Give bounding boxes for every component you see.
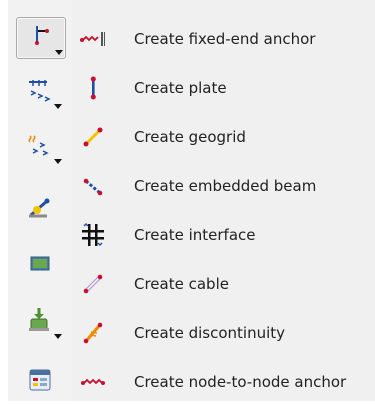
- fixed-end-anchor-icon: [78, 24, 108, 54]
- menu-item-label: Create fixed-end anchor: [134, 29, 316, 48]
- toolbar-point-load-button[interactable]: [16, 127, 64, 167]
- tool-palette: [8, 0, 73, 401]
- menu-item-create-fixed-end-anchor[interactable]: Create fixed-end anchor: [72, 14, 375, 63]
- menu-item-create-discontinuity[interactable]: Create discontinuity: [72, 308, 375, 357]
- toolbar-table-button[interactable]: [16, 362, 64, 402]
- menu-item-create-geogrid[interactable]: Create geogrid: [72, 112, 375, 161]
- menu-item-label: Create interface: [134, 225, 256, 244]
- geogrid-icon: [78, 122, 108, 152]
- menu-item-label: Create plate: [134, 78, 227, 97]
- cable-icon: [78, 269, 108, 299]
- menu-item-label: Create geogrid: [134, 127, 246, 146]
- dropdown-arrow-icon: [54, 104, 62, 109]
- dropdown-arrow-icon: [54, 334, 62, 339]
- table-tool-icon: [26, 366, 54, 398]
- menu-item-create-interface[interactable]: Create interface: [72, 210, 375, 259]
- menu-item-label: Create discontinuity: [134, 323, 286, 342]
- create-dropdown-menu: Create fixed-end anchor Create plate Cre…: [72, 0, 375, 401]
- soil-cluster-tool-icon: [25, 249, 55, 281]
- menu-item-create-node-to-node-anchor[interactable]: Create node-to-node anchor: [72, 357, 375, 406]
- node-to-node-anchor-icon: [78, 367, 108, 397]
- menu-item-create-plate[interactable]: Create plate: [72, 63, 375, 112]
- menu-item-label: Create embedded beam: [134, 176, 317, 195]
- embedded-beam-icon: [78, 171, 108, 201]
- point-load-tool-icon: [25, 131, 55, 163]
- discontinuity-icon: [78, 318, 108, 348]
- toolbar-structure-button[interactable]: [16, 189, 64, 229]
- toolbar-fixed-end-anchor-button[interactable]: [16, 17, 66, 59]
- toolbar-distributed-load-button[interactable]: [16, 72, 64, 112]
- interface-icon: [78, 220, 108, 250]
- menu-item-label: Create node-to-node anchor: [134, 372, 347, 391]
- distributed-load-tool-icon: [25, 76, 55, 108]
- toolbar-boundary-condition-button[interactable]: [16, 302, 64, 342]
- menu-item-create-embedded-beam[interactable]: Create embedded beam: [72, 161, 375, 210]
- toolbar-soil-cluster-button[interactable]: [16, 245, 64, 285]
- boundary-condition-tool-icon: [25, 305, 55, 339]
- dropdown-arrow-icon: [54, 159, 62, 164]
- structure-tool-icon: [25, 193, 55, 225]
- fixed-end-anchor-tool-icon: [27, 22, 55, 54]
- plate-icon: [78, 73, 108, 103]
- menu-item-create-cable[interactable]: Create cable: [72, 259, 375, 308]
- dropdown-arrow-icon: [55, 50, 63, 55]
- menu-item-label: Create cable: [134, 274, 229, 293]
